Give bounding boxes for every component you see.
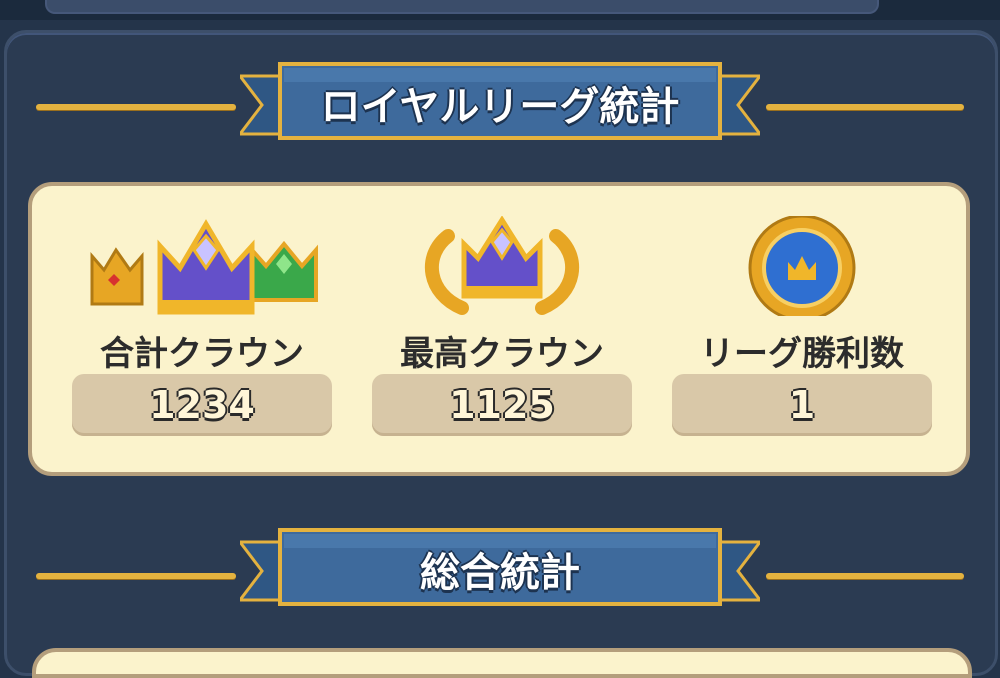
overall-title: 総合統計 (420, 550, 580, 596)
royal-league-stats-card: 合計クラウン 1234 最高クラウン 1125 リーグ勝利数 1 (28, 182, 970, 476)
overall-stats-card (32, 648, 972, 678)
section-divider-left (36, 573, 236, 579)
stat-value-box: 1234 (72, 374, 332, 436)
stat-value: 1234 (149, 383, 255, 427)
section-divider-right (766, 104, 964, 110)
top-strip (0, 0, 1000, 20)
stat-value-box: 1 (672, 374, 932, 436)
stat-league-wins: リーグ勝利数 1 (652, 186, 952, 476)
stat-label: リーグ勝利数 (700, 334, 904, 374)
stat-label: 合計クラウン (100, 334, 304, 374)
stat-value: 1 (788, 383, 816, 427)
overall-ribbon: 総合統計 (240, 522, 760, 617)
stat-value: 1125 (449, 383, 555, 427)
royal-league-ribbon: ロイヤルリーグ統計 (240, 56, 760, 151)
laurel-crown-icon (352, 215, 652, 316)
top-strip-bar (45, 0, 879, 14)
crowns-group-icon (52, 216, 352, 316)
stat-label: 最高クラウン (400, 334, 604, 374)
section-divider-right (766, 573, 964, 579)
crown-medal-icon (652, 214, 952, 322)
section-divider-left (36, 104, 236, 110)
stat-highest-crowns: 最高クラウン 1125 (352, 186, 652, 476)
royal-league-title: ロイヤルリーグ統計 (320, 84, 680, 130)
stat-value-box: 1125 (372, 374, 632, 436)
stat-total-crowns: 合計クラウン 1234 (52, 186, 352, 476)
